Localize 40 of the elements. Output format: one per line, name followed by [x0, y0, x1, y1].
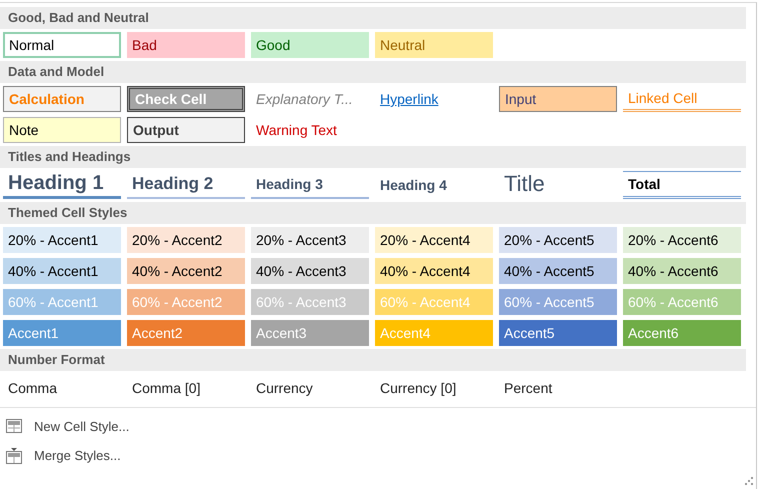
- cell-style-swatch[interactable]: Comma: [3, 374, 121, 402]
- cell-style-swatch[interactable]: Normal: [3, 32, 121, 58]
- cell-style-swatch[interactable]: Output: [127, 117, 245, 143]
- cell-style-swatch[interactable]: Bad: [127, 32, 245, 58]
- cell-style-swatch[interactable]: Title: [499, 171, 617, 199]
- cell-style-swatch[interactable]: 20% - Accent2: [127, 227, 245, 253]
- section-header: Data and Model: [0, 61, 746, 83]
- cell-style-swatch[interactable]: 40% - Accent2: [127, 258, 245, 284]
- menu-item[interactable]: Merge Styles...: [34, 448, 121, 463]
- cell-style-swatch[interactable]: Good: [251, 32, 369, 58]
- cell-style-swatch[interactable]: Comma [0]: [127, 374, 245, 402]
- section-header: Good, Bad and Neutral: [0, 7, 746, 29]
- cell-style-swatch[interactable]: 20% - Accent6: [623, 227, 741, 253]
- cell-style-swatch[interactable]: 40% - Accent4: [375, 258, 493, 284]
- cell-style-swatch[interactable]: 20% - Accent3: [251, 227, 369, 253]
- cell-style-swatch[interactable]: Warning Text: [251, 117, 369, 143]
- resize-grip-icon[interactable]: [745, 477, 753, 485]
- cell-style-swatch[interactable]: Currency: [251, 374, 369, 402]
- cell-style-swatch[interactable]: 20% - Accent4: [375, 227, 493, 253]
- cell-style-swatch[interactable]: 40% - Accent3: [251, 258, 369, 284]
- cell-style-swatch[interactable]: 20% - Accent5: [499, 227, 617, 253]
- cell-style-swatch[interactable]: Input: [499, 86, 617, 112]
- cell-style-swatch[interactable]: Currency [0]: [375, 374, 493, 402]
- cell-style-swatch[interactable]: Percent: [499, 374, 617, 402]
- table-style-icon: [5, 418, 23, 436]
- menu-item[interactable]: New Cell Style...: [34, 419, 130, 434]
- section-header: Themed Cell Styles: [0, 202, 746, 224]
- section-header: Number Format: [0, 349, 746, 371]
- cell-style-swatch[interactable]: Accent5: [499, 320, 617, 346]
- cell-style-swatch[interactable]: 40% - Accent6: [623, 258, 741, 284]
- cell-style-swatch[interactable]: Explanatory T...: [251, 86, 369, 112]
- cell-style-swatch[interactable]: Note: [3, 117, 121, 143]
- cell-style-swatch[interactable]: 20% - Accent1: [3, 227, 121, 253]
- cell-style-swatch[interactable]: 40% - Accent5: [499, 258, 617, 284]
- section-header: Titles and Headings: [0, 146, 746, 168]
- cell-style-swatch[interactable]: 40% - Accent1: [3, 258, 121, 284]
- table-merge-icon: [5, 446, 23, 464]
- cell-style-swatch[interactable]: Heading 4: [375, 171, 493, 199]
- cell-style-swatch[interactable]: Hyperlink: [375, 86, 493, 112]
- cell-style-swatch[interactable]: Neutral: [375, 32, 493, 58]
